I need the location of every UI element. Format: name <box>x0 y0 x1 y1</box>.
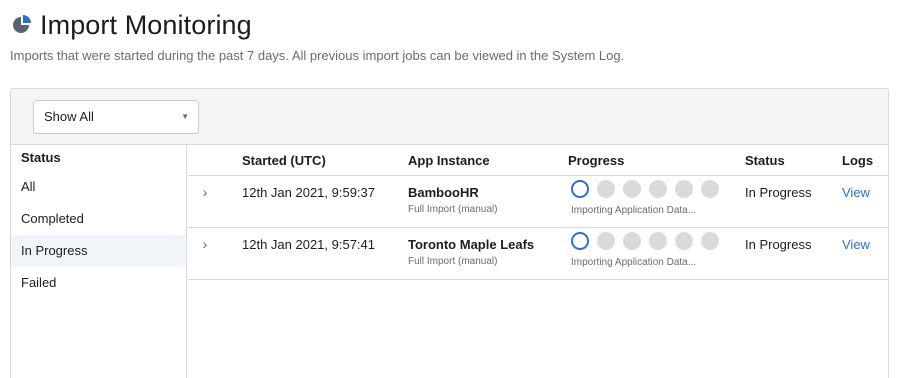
caret-down-icon: ▼ <box>181 112 189 121</box>
column-header-status: Status <box>745 153 785 168</box>
view-logs-link[interactable]: View <box>842 185 870 200</box>
progress-step <box>675 180 693 198</box>
progress-steps <box>571 232 727 250</box>
progress-step-current <box>571 180 589 198</box>
sidebar-item-in-progress[interactable]: In Progress <box>11 235 186 267</box>
column-header-progress: Progress <box>568 153 625 168</box>
progress-step <box>623 180 641 198</box>
status-text: In Progress <box>745 237 812 252</box>
page-header: Import Monitoring <box>10 10 252 40</box>
pie-chart-icon <box>13 15 31 33</box>
progress-step <box>597 232 615 250</box>
sidebar-item-failed[interactable]: Failed <box>11 267 186 299</box>
started-time: 12th Jan 2021, 9:57:41 <box>242 237 376 252</box>
chevron-right-icon[interactable]: › <box>198 184 212 200</box>
status-text: In Progress <box>745 185 812 200</box>
table-header: Started (UTC) App Instance Progress Stat… <box>188 145 888 176</box>
column-header-started: Started (UTC) <box>242 153 326 168</box>
status-filter-value: Show All <box>44 109 94 124</box>
page-subtitle: Imports that were started during the pas… <box>10 48 625 63</box>
table-row[interactable]: › 12th Jan 2021, 9:59:37 BambooHR Full I… <box>188 176 888 228</box>
progress-step <box>649 232 667 250</box>
app-instance-name: Toronto Maple Leafs <box>408 237 535 252</box>
imports-table: Started (UTC) App Instance Progress Stat… <box>188 145 888 378</box>
progress-steps <box>571 180 727 198</box>
progress-step <box>597 180 615 198</box>
page-title: Import Monitoring <box>40 10 252 40</box>
sidebar-header: Status <box>21 150 61 165</box>
progress-step <box>649 180 667 198</box>
filter-toolbar: Show All ▼ <box>11 89 888 145</box>
progress-step <box>701 232 719 250</box>
app-instance-name: BambooHR <box>408 185 479 200</box>
progress-step <box>701 180 719 198</box>
progress-step-current <box>571 232 589 250</box>
status-filter-select[interactable]: Show All ▼ <box>33 100 199 134</box>
sidebar-item-completed[interactable]: Completed <box>11 203 186 235</box>
column-header-logs: Logs <box>842 153 874 168</box>
progress-step <box>675 232 693 250</box>
sidebar-item-all[interactable]: All <box>11 171 186 203</box>
progress-label: Importing Application Data... <box>571 257 697 268</box>
status-sidebar: Status All Completed In Progress Failed <box>11 145 187 378</box>
progress-step <box>623 232 641 250</box>
started-time: 12th Jan 2021, 9:59:37 <box>242 185 376 200</box>
column-header-app-instance: App Instance <box>408 153 490 168</box>
chevron-right-icon[interactable]: › <box>198 236 212 252</box>
view-logs-link[interactable]: View <box>842 237 870 252</box>
progress-label: Importing Application Data... <box>571 205 697 216</box>
import-panel: Show All ▼ Status All Completed In Progr… <box>10 88 889 378</box>
import-type: Full Import (manual) <box>408 204 498 215</box>
table-row[interactable]: › 12th Jan 2021, 9:57:41 Toronto Maple L… <box>188 228 888 280</box>
import-type: Full Import (manual) <box>408 256 498 267</box>
